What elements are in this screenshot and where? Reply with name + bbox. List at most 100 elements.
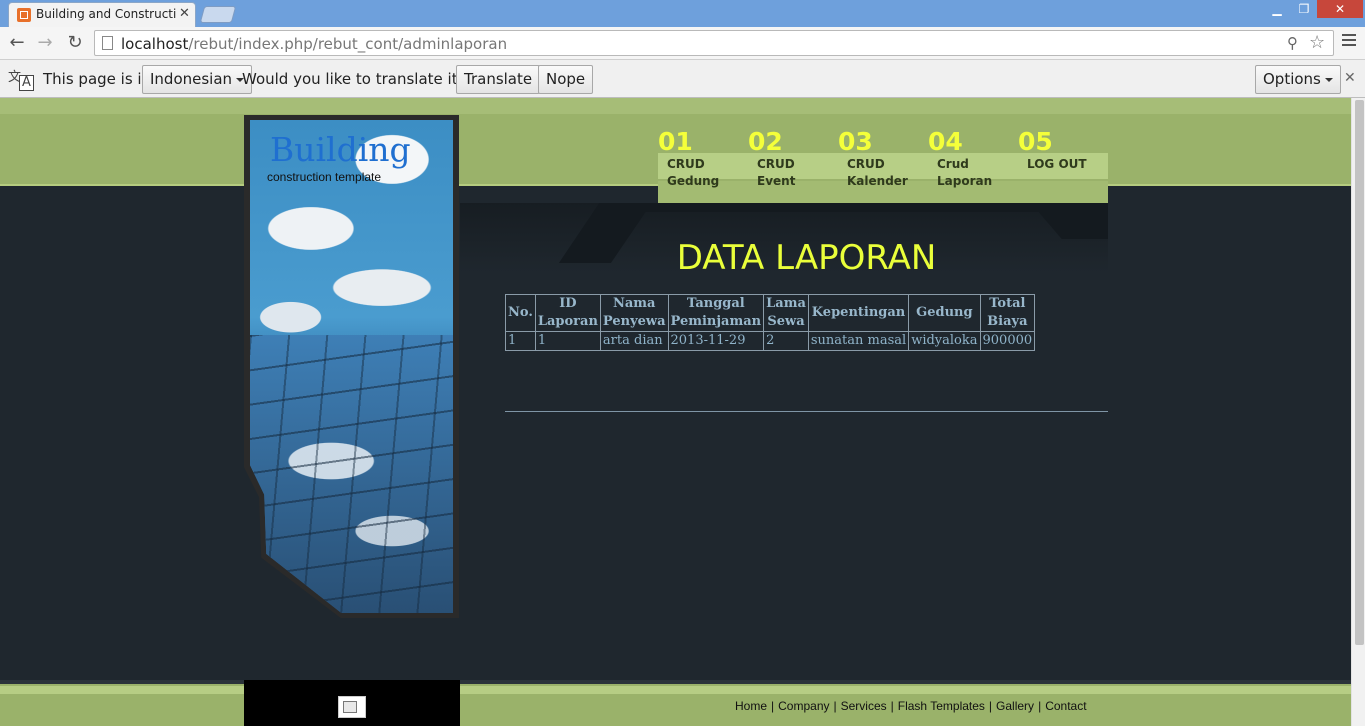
browser-toolbar: ← → ↻ localhost/rebut/index.php/rebut_co… — [0, 27, 1365, 60]
browser-tab[interactable]: Building and Construction ✕ — [8, 2, 196, 27]
options-button[interactable]: Options — [1255, 65, 1341, 94]
footer-links: Home | Company | Services | Flash Templates | Ga… — [735, 699, 1087, 713]
separator: | — [833, 699, 837, 713]
nav-item-crud-kalender[interactable]: 03 CRUD Kalender — [838, 128, 928, 190]
cell-lama-sewa: 2 — [763, 331, 809, 351]
translate-button[interactable]: Translate — [456, 65, 541, 94]
tab-strip: Building and Construction ✕ ▁ ❐ ✕ — [0, 0, 1365, 27]
translate-question: Would you like to translate it? — [242, 70, 466, 88]
tab-close-icon[interactable]: ✕ — [179, 6, 190, 21]
cell-total-biaya: 900000 — [979, 331, 1036, 351]
cell-gedung: widyaloka — [908, 331, 981, 351]
separator: | — [771, 699, 775, 713]
header-text: Nama — [612, 296, 656, 311]
cell-id-laporan: 1 — [534, 331, 601, 351]
nav-number: 03 — [838, 127, 873, 156]
page-icon — [102, 36, 113, 50]
cell-kepentingan: sunatan masal — [807, 331, 910, 351]
col-header-kepentingan: Kepentingan — [807, 294, 910, 332]
nav-label[interactable]: CRUD Gedung — [658, 156, 748, 190]
chevron-down-icon — [1324, 77, 1333, 82]
tab-title: Building and Construction — [36, 7, 176, 21]
table-header-row: No. ID Laporan Nama Penyewa Tanggal Peminja… — [505, 294, 1036, 332]
header-text: Gedung — [916, 305, 973, 320]
translate-icon: 文A — [8, 66, 34, 92]
footer-link-contact[interactable]: Contact — [1045, 699, 1086, 713]
separator: | — [988, 699, 993, 713]
nav-item-crud-laporan[interactable]: 04 Crud Laporan — [928, 128, 1018, 190]
sky-image — [250, 120, 453, 613]
header-text: Biaya — [987, 314, 1028, 329]
header-text: No. — [508, 305, 533, 320]
vertical-scrollbar[interactable] — [1351, 98, 1365, 726]
bookmark-star-icon[interactable]: ☆ — [1309, 32, 1325, 53]
chrome-menu-icon[interactable] — [1342, 34, 1356, 48]
translate-prefix: This page is in — [43, 70, 152, 88]
footer-link-home[interactable]: Home — [735, 699, 767, 713]
nav-number: 01 — [658, 127, 693, 156]
separator: | — [890, 699, 894, 713]
footer-link-flash-templates[interactable]: Flash Templates — [898, 699, 985, 713]
content-divider — [505, 411, 1108, 412]
nav-number: 04 — [928, 127, 963, 156]
col-header-tanggal-peminjaman: Tanggal Peminjaman — [667, 294, 765, 332]
nope-button[interactable]: Nope — [538, 65, 594, 94]
col-header-lama-sewa: Lama Sewa — [763, 294, 809, 332]
header-text: Sewa — [767, 314, 805, 329]
new-tab-button[interactable] — [199, 6, 237, 23]
nav-label[interactable]: Crud Laporan — [928, 156, 1018, 190]
site-title: Building — [270, 130, 411, 169]
table-row: 1 1 arta dian 2013-11-29 2 sunatan masal… — [505, 331, 1036, 351]
col-header-id-laporan: ID Laporan — [534, 294, 601, 332]
nav-item-logout[interactable]: 05 LOG OUT — [1018, 128, 1108, 173]
cell-nama-penyewa: arta dian — [599, 331, 669, 351]
nav-label[interactable]: CRUD Event — [748, 156, 838, 190]
forward-arrow-icon[interactable]: → — [34, 32, 56, 54]
header-text: Lama — [766, 296, 806, 311]
col-header-gedung: Gedung — [908, 294, 981, 332]
infobar-close-icon[interactable]: ✕ — [1344, 70, 1356, 86]
site-subtitle: construction template — [267, 170, 382, 184]
options-label: Options — [1263, 70, 1321, 88]
footer-link-services[interactable]: Services — [841, 699, 887, 713]
translate-infobar: 文A This page is in Indonesian Would you … — [0, 60, 1365, 98]
header-text: Laporan — [537, 314, 598, 329]
back-arrow-icon[interactable]: ← — [6, 32, 28, 54]
nav-label[interactable]: LOG OUT — [1018, 156, 1108, 173]
scrollbar-thumb[interactable] — [1355, 100, 1364, 645]
language-select[interactable]: Indonesian — [142, 65, 253, 94]
footer-link-gallery[interactable]: Gallery — [996, 699, 1034, 713]
cell-no: 1 — [505, 331, 536, 351]
col-header-total-biaya: Total Biaya — [979, 294, 1036, 332]
header-text: Peminjaman — [670, 314, 762, 329]
col-header-no: No. — [505, 294, 536, 332]
header-text: Tanggal — [686, 296, 745, 311]
header-text: ID — [559, 296, 577, 311]
nav-item-crud-gedung[interactable]: 01 CRUD Gedung — [658, 128, 748, 190]
url-path: /rebut/index.php/rebut_cont/adminlaporan — [188, 35, 508, 53]
zoom-icon[interactable]: ⚲ — [1287, 34, 1298, 52]
glass-facade — [250, 335, 453, 613]
address-bar[interactable]: localhost/rebut/index.php/rebut_cont/adm… — [94, 30, 1334, 56]
nav-label[interactable]: CRUD Kalender — [838, 156, 928, 190]
header-text: Penyewa — [602, 314, 666, 329]
hero-building-image — [244, 115, 459, 618]
nav-number: 02 — [748, 127, 783, 156]
maximize-icon[interactable]: ❐ — [1291, 0, 1317, 18]
page-title: DATA LAPORAN — [676, 238, 937, 278]
url-text[interactable]: localhost/rebut/index.php/rebut_cont/adm… — [121, 35, 507, 53]
footer-link-company[interactable]: Company — [778, 699, 829, 713]
col-header-nama-penyewa: Nama Penyewa — [599, 294, 669, 332]
header-text: Kepentingan — [811, 305, 906, 320]
nav-item-crud-event[interactable]: 02 CRUD Event — [748, 128, 838, 190]
reload-icon[interactable]: ↻ — [64, 32, 86, 54]
minimize-icon[interactable]: ▁ — [1263, 0, 1291, 18]
separator: | — [1038, 699, 1042, 713]
language-select-value: Indonesian — [150, 70, 233, 88]
window-close-icon[interactable]: ✕ — [1317, 0, 1363, 18]
footer-band — [0, 680, 1351, 726]
header-text: Total — [989, 296, 1026, 311]
report-table: No. ID Laporan Nama Penyewa Tanggal Peminja… — [505, 294, 1036, 351]
favicon-icon — [17, 8, 31, 22]
url-host: localhost — [121, 35, 189, 53]
